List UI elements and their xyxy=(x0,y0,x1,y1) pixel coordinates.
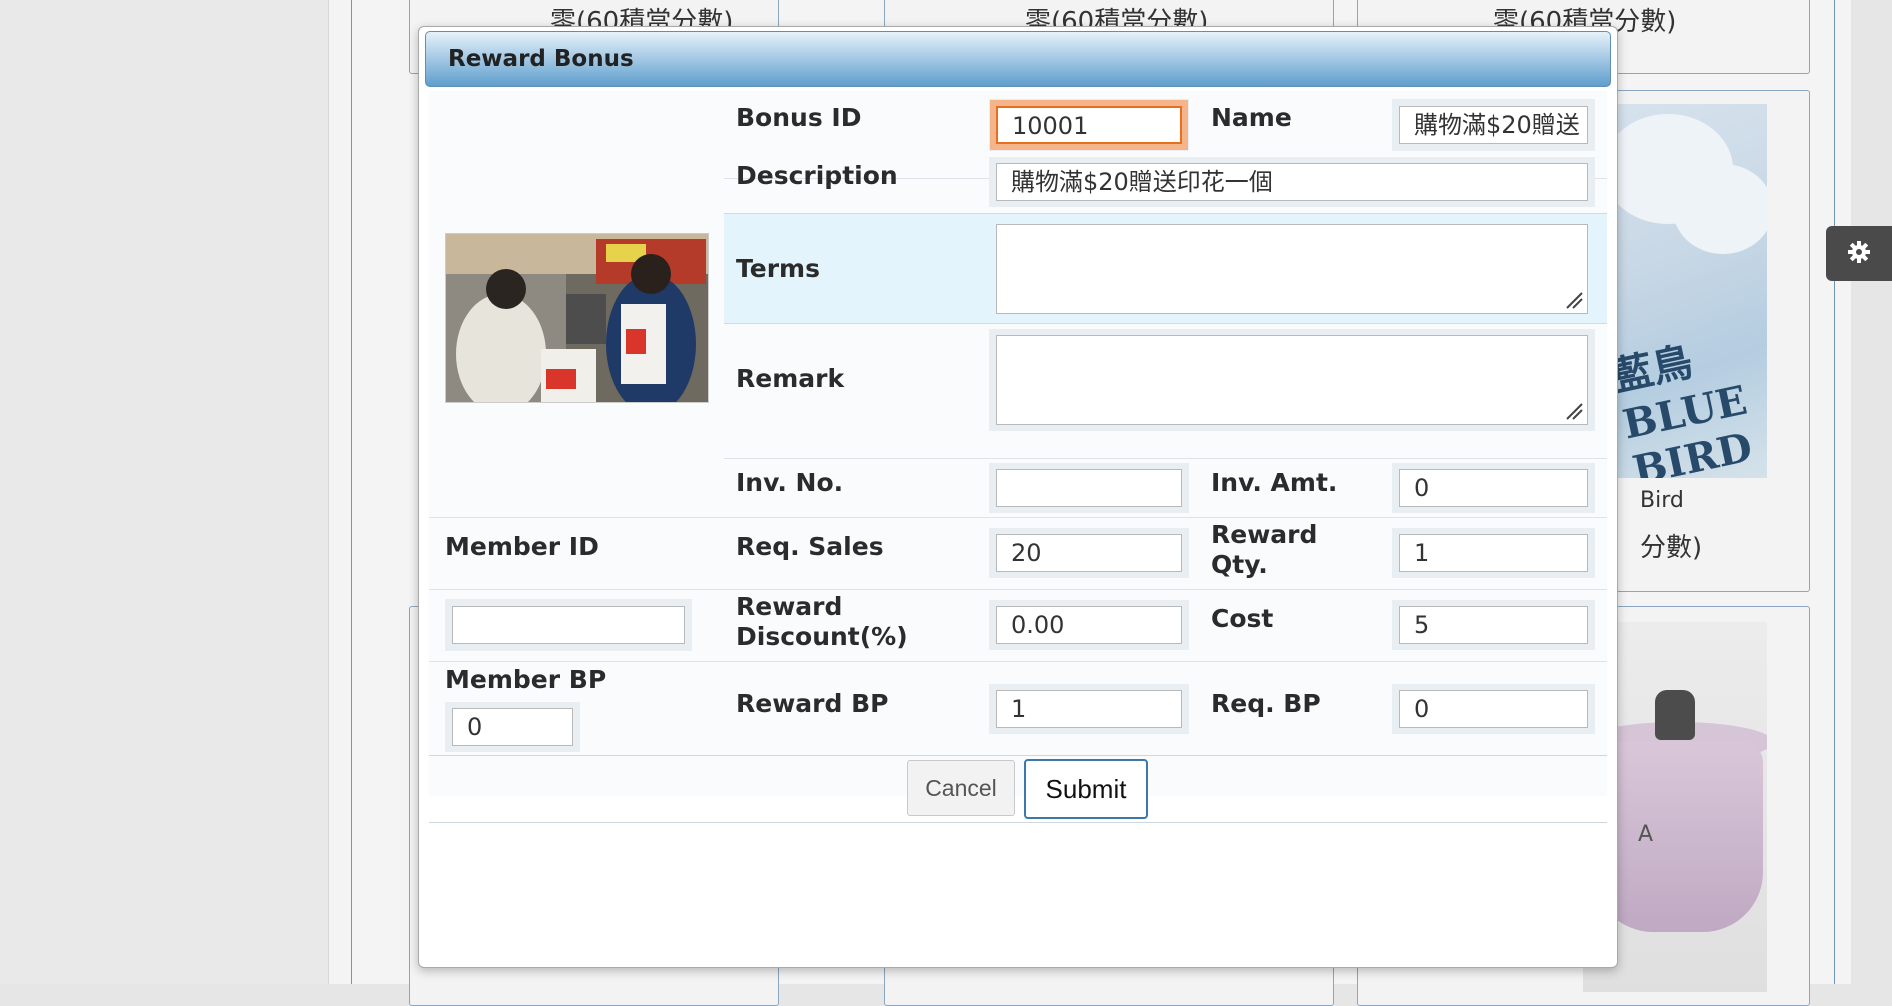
inv-amt-input[interactable]: 0 xyxy=(1399,469,1588,507)
member-bp-input[interactable]: 0 xyxy=(452,708,573,746)
description-input[interactable]: 購物滿$20贈送印花一個 xyxy=(996,163,1588,201)
resize-grip-icon[interactable] xyxy=(1563,400,1583,420)
submit-button[interactable]: Submit xyxy=(1024,759,1148,819)
reward-discount-label: Reward Discount(%) xyxy=(736,592,908,651)
left-panel xyxy=(0,0,328,984)
settings-toggle[interactable] xyxy=(1826,226,1892,281)
dialog-header[interactable]: Reward Bonus xyxy=(425,31,1611,87)
reward-bonus-form: Bonus ID 10001 Name 購物滿$20贈送 Description… xyxy=(429,91,1607,823)
req-bp-input[interactable]: 0 xyxy=(1399,690,1588,728)
grid-rule xyxy=(351,0,352,984)
reward-qty-label: Reward Qty. xyxy=(1211,520,1318,579)
name-input[interactable]: 購物滿$20贈送 xyxy=(1399,106,1588,144)
bonus-id-label: Bonus ID xyxy=(736,103,862,132)
bonus-id-input[interactable]: 10001 xyxy=(996,106,1182,144)
description-label: Description xyxy=(736,161,898,190)
req-sales-input[interactable]: 20 xyxy=(996,534,1182,572)
pot-mark-text: A xyxy=(1638,822,1654,847)
remark-label: Remark xyxy=(736,364,845,393)
inv-amt-label: Inv. Amt. xyxy=(1211,468,1338,497)
name-label: Name xyxy=(1211,103,1292,132)
remark-textarea[interactable] xyxy=(996,335,1588,425)
member-id-input[interactable] xyxy=(452,606,685,644)
cost-input[interactable]: 5 xyxy=(1399,606,1588,644)
member-bp-label: Member BP xyxy=(445,665,607,694)
reward-bonus-dialog: Reward Bonus Bonus ID 10001 Name 購物滿$20贈… xyxy=(418,26,1618,968)
terms-label: Terms xyxy=(736,254,820,283)
resize-grip-icon[interactable] xyxy=(1563,289,1583,309)
member-id-label: Member ID xyxy=(445,532,599,561)
card-score-text: 分數) xyxy=(1640,533,1703,563)
bird-logo-text: 藍鳥 BLUE BIRD xyxy=(1608,338,1757,478)
reward-bp-input[interactable]: 1 xyxy=(996,690,1182,728)
inv-no-label: Inv. No. xyxy=(736,468,844,497)
reward-qty-input[interactable]: 1 xyxy=(1399,534,1588,572)
cancel-button[interactable]: Cancel xyxy=(907,760,1015,816)
req-bp-label: Req. BP xyxy=(1211,689,1321,718)
card-product-name: Bird xyxy=(1640,488,1684,513)
cost-label: Cost xyxy=(1211,604,1274,633)
reward-discount-input[interactable]: 0.00 xyxy=(996,606,1182,644)
grid-rule xyxy=(1834,0,1835,984)
terms-textarea[interactable] xyxy=(996,224,1588,314)
gear-icon xyxy=(1847,240,1871,268)
reward-bp-label: Reward BP xyxy=(736,689,889,718)
inv-no-input[interactable] xyxy=(996,469,1182,507)
dialog-title: Reward Bonus xyxy=(448,46,634,72)
req-sales-label: Req. Sales xyxy=(736,532,884,561)
bonus-image xyxy=(445,233,709,403)
